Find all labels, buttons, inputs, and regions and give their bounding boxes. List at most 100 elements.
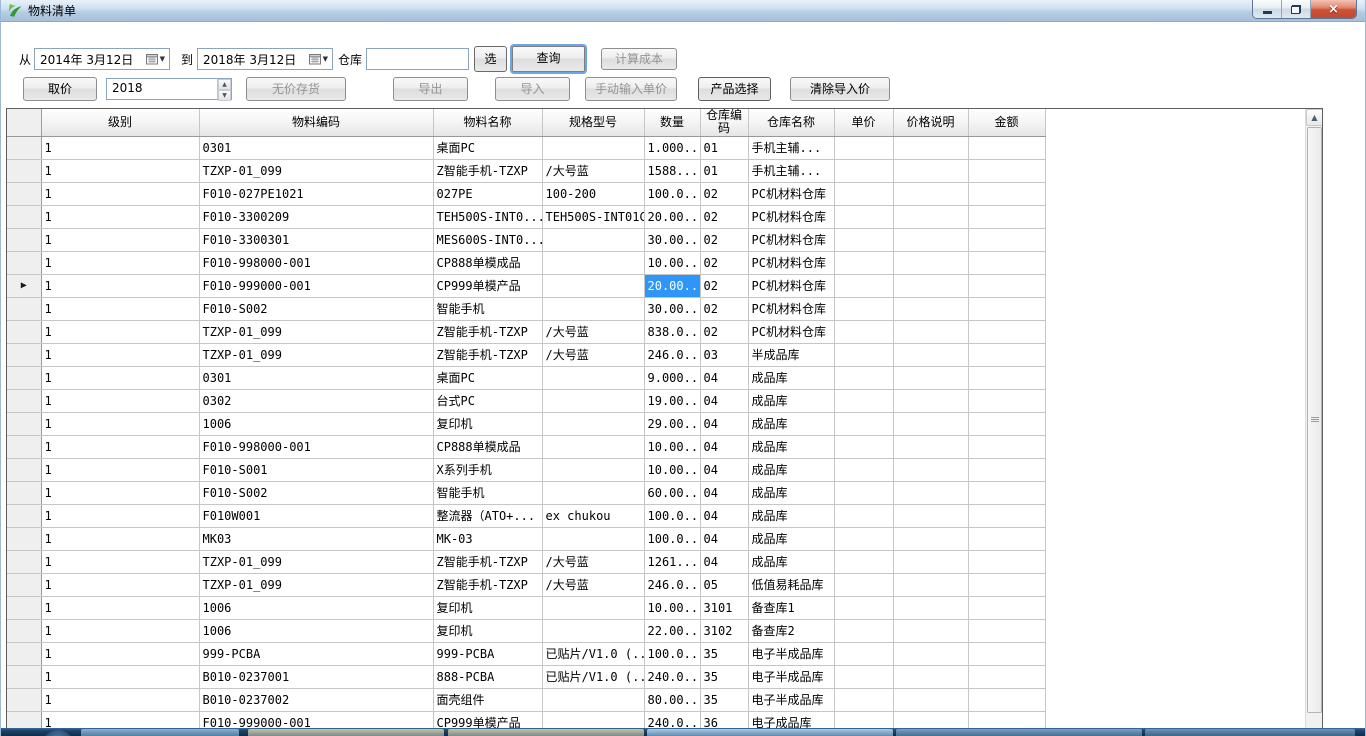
cell-amount[interactable] <box>968 228 1045 251</box>
cell-price_note[interactable] <box>893 412 968 435</box>
cell-amount[interactable] <box>968 504 1045 527</box>
cell-material_name[interactable]: Z智能手机-TZXP <box>433 159 542 182</box>
cell-warehouse_code[interactable]: 01 <box>700 159 748 182</box>
cell-spec_model[interactable] <box>542 619 644 642</box>
cell-material_name[interactable]: 999-PCBA <box>433 642 542 665</box>
cell-material_code[interactable]: F010-S002 <box>199 297 433 320</box>
cell-amount[interactable] <box>968 688 1045 711</box>
cell-amount[interactable] <box>968 251 1045 274</box>
cell-material_name[interactable]: X系列手机 <box>433 458 542 481</box>
cell-amount[interactable] <box>968 297 1045 320</box>
cell-level[interactable]: 1 <box>41 205 199 228</box>
cell-price_note[interactable] <box>893 596 968 619</box>
cell-quantity[interactable]: 19.00... <box>644 389 700 412</box>
cell-warehouse_code[interactable]: 02 <box>700 251 748 274</box>
cell-level[interactable]: 1 <box>41 619 199 642</box>
cell-warehouse_code[interactable]: 04 <box>700 366 748 389</box>
row-selector[interactable] <box>7 389 41 412</box>
cell-quantity[interactable]: 30.00... <box>644 228 700 251</box>
cell-warehouse_name[interactable]: 成品库 <box>748 435 834 458</box>
cell-spec_model[interactable] <box>542 274 644 297</box>
cell-warehouse_code[interactable]: 04 <box>700 389 748 412</box>
row-selector[interactable] <box>7 688 41 711</box>
cell-unit_price[interactable] <box>834 596 893 619</box>
cell-quantity[interactable]: 10.00... <box>644 251 700 274</box>
cell-quantity[interactable]: 30.00... <box>644 297 700 320</box>
cell-unit_price[interactable] <box>834 642 893 665</box>
cell-level[interactable]: 1 <box>41 251 199 274</box>
cell-price_note[interactable] <box>893 343 968 366</box>
cell-material_name[interactable]: CP999单模产品 <box>433 274 542 297</box>
cell-warehouse_code[interactable]: 35 <box>700 642 748 665</box>
cell-price_note[interactable] <box>893 435 968 458</box>
select-warehouse-button[interactable]: 选 <box>474 46 507 72</box>
cell-material_name[interactable]: 复印机 <box>433 596 542 619</box>
cell-level[interactable]: 1 <box>41 228 199 251</box>
cell-unit_price[interactable] <box>834 688 893 711</box>
cell-material_name[interactable]: 桌面PC <box>433 366 542 389</box>
cell-unit_price[interactable] <box>834 159 893 182</box>
cell-price_note[interactable] <box>893 159 968 182</box>
import-button[interactable]: 导入 <box>495 77 570 101</box>
cell-warehouse_name[interactable]: 手机主辅... <box>748 136 834 159</box>
row-selector[interactable] <box>7 435 41 458</box>
column-header-warehouse_code[interactable]: 仓库编码 <box>700 109 748 136</box>
cell-material_code[interactable]: F010-998000-001 <box>199 251 433 274</box>
cell-level[interactable]: 1 <box>41 136 199 159</box>
scrollbar-thumb[interactable] <box>1307 127 1322 713</box>
cell-material_code[interactable]: 999-PCBA <box>199 642 433 665</box>
cell-amount[interactable] <box>968 159 1045 182</box>
row-selector[interactable] <box>7 205 41 228</box>
cell-amount[interactable] <box>968 596 1045 619</box>
cell-warehouse_code[interactable]: 01 <box>700 136 748 159</box>
cell-material_name[interactable]: 整流器（ATO+... <box>433 504 542 527</box>
take-price-button[interactable]: 取价 <box>23 77 97 101</box>
cell-unit_price[interactable] <box>834 573 893 596</box>
row-selector[interactable] <box>7 481 41 504</box>
cell-amount[interactable] <box>968 205 1045 228</box>
cell-unit_price[interactable] <box>834 228 893 251</box>
column-header-level[interactable]: 级别 <box>41 109 199 136</box>
cell-price_note[interactable] <box>893 182 968 205</box>
cell-quantity[interactable]: 10.00... <box>644 596 700 619</box>
cell-level[interactable]: 1 <box>41 412 199 435</box>
cell-warehouse_code[interactable]: 35 <box>700 665 748 688</box>
cell-material_code[interactable]: 0301 <box>199 366 433 389</box>
cell-material_code[interactable]: 1006 <box>199 412 433 435</box>
row-selector[interactable] <box>7 642 41 665</box>
cell-material_code[interactable]: MK03 <box>199 527 433 550</box>
current-row-marker-icon[interactable]: ▶ <box>7 274 41 297</box>
cell-price_note[interactable] <box>893 573 968 596</box>
cell-warehouse_name[interactable]: 成品库 <box>748 412 834 435</box>
from-date-dropdown[interactable]: ▼ <box>144 49 169 69</box>
cell-quantity[interactable]: 80.00... <box>644 688 700 711</box>
cell-warehouse_name[interactable]: 电子半成品库 <box>748 665 834 688</box>
cell-warehouse_name[interactable]: 成品库 <box>748 481 834 504</box>
cell-material_code[interactable]: F010-999000-001 <box>199 274 433 297</box>
cell-level[interactable]: 1 <box>41 343 199 366</box>
cell-warehouse_name[interactable]: 半成品库 <box>748 343 834 366</box>
row-selector[interactable] <box>7 596 41 619</box>
cell-material_name[interactable]: 复印机 <box>433 619 542 642</box>
start-button[interactable] <box>42 730 74 736</box>
cell-material_name[interactable]: 智能手机 <box>433 481 542 504</box>
taskbar-button[interactable] <box>896 729 1142 736</box>
scroll-up-icon[interactable]: ▲ <box>1306 109 1323 126</box>
cell-quantity[interactable]: 10.00... <box>644 435 700 458</box>
cell-material_code[interactable]: F010-S001 <box>199 458 433 481</box>
cell-quantity[interactable]: 10.00... <box>644 458 700 481</box>
export-button[interactable]: 导出 <box>393 77 468 101</box>
cell-material_code[interactable]: F010-S002 <box>199 481 433 504</box>
cell-spec_model[interactable]: /大号蓝 <box>542 343 644 366</box>
cell-quantity[interactable]: 100.0... <box>644 527 700 550</box>
cell-quantity[interactable]: 240.0... <box>644 665 700 688</box>
cell-price_note[interactable] <box>893 458 968 481</box>
cell-warehouse_code[interactable]: 04 <box>700 458 748 481</box>
cell-level[interactable]: 1 <box>41 320 199 343</box>
cell-unit_price[interactable] <box>834 412 893 435</box>
cell-quantity[interactable]: 22.00... <box>644 619 700 642</box>
row-selector[interactable] <box>7 458 41 481</box>
row-selector[interactable] <box>7 412 41 435</box>
row-selector[interactable] <box>7 228 41 251</box>
cell-level[interactable]: 1 <box>41 182 199 205</box>
